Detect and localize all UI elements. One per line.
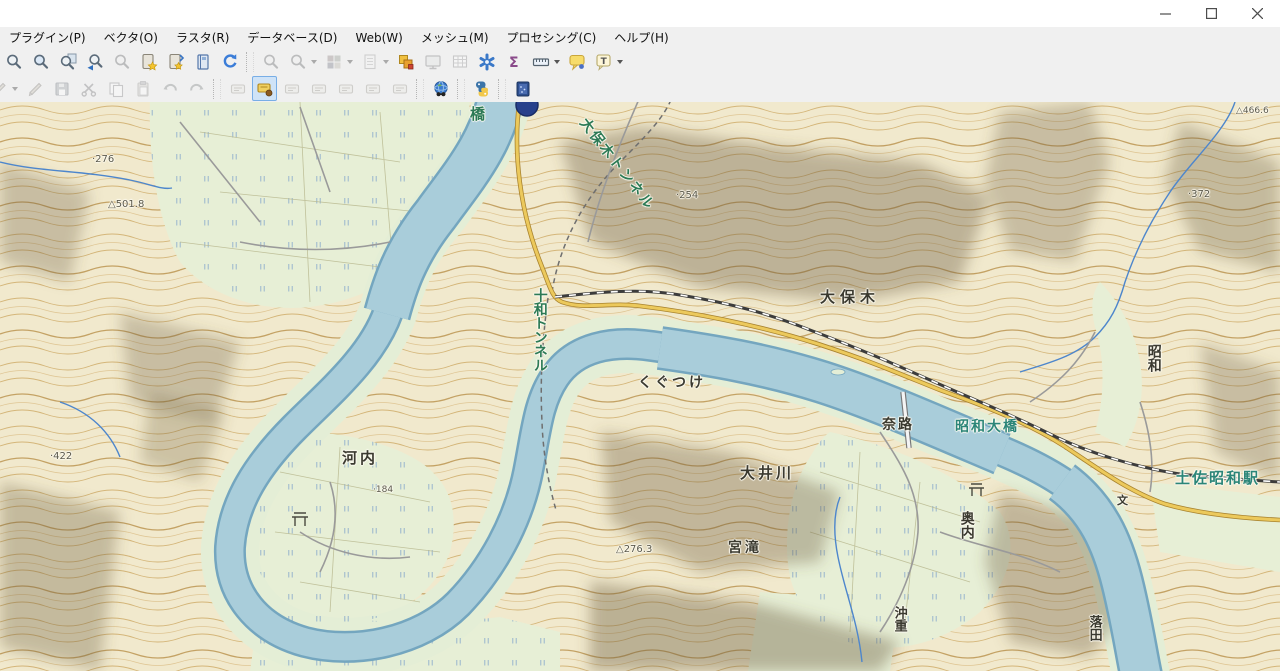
toolbar-attributes: ΣT — [0, 48, 1280, 76]
map-label-16: 奥内 — [958, 511, 975, 539]
menu-item-6[interactable]: プロセシング(C) — [498, 27, 606, 48]
zoom-full-icon[interactable] — [1, 49, 26, 74]
toolbar-separator — [416, 78, 424, 99]
rotate-label-icon[interactable] — [333, 76, 358, 101]
python-console-icon[interactable] — [469, 76, 494, 101]
attribute-grid-icon[interactable] — [447, 49, 472, 74]
menu-item-5[interactable]: メッシュ(M) — [412, 27, 498, 48]
maximize-icon — [1205, 8, 1217, 19]
map-label-7: 十和トンネル — [531, 288, 548, 372]
open-attribute-table-dropdown[interactable] — [383, 59, 389, 64]
move-label-icon[interactable] — [306, 76, 331, 101]
map-label-6: △466.6 — [1236, 106, 1269, 116]
close-icon — [1251, 8, 1263, 19]
map-label-9: 昭和 — [1145, 344, 1162, 372]
toolbar-separator — [213, 78, 221, 99]
map-label-3: ·276 — [92, 154, 115, 165]
map-label-14: 昭和大橋 — [955, 419, 1019, 435]
toolbar-separator — [498, 78, 506, 99]
new-map-view-icon[interactable] — [420, 49, 445, 74]
statistical-summary-icon[interactable]: Σ — [501, 49, 526, 74]
text-annotation-dropdown[interactable] — [617, 59, 623, 64]
map-label-19: 沖重 — [891, 606, 907, 632]
toolbar-separator — [457, 78, 465, 99]
map-label-20: 落田 — [1086, 615, 1102, 641]
toolbar-separator — [246, 51, 254, 72]
toolbar-digitizing-plugins — [0, 75, 1280, 103]
menu-bar: プラグイン(P) ベクタ(O) ラスタ(R) データベース(D) Web(W) メッシュ(… — [0, 27, 1280, 49]
current-edits-icon[interactable] — [0, 76, 11, 101]
zoom-to-selection-icon[interactable] — [28, 49, 53, 74]
show-spatial-bookmarks-icon[interactable] — [163, 49, 188, 74]
map-label-13: 奈路 — [882, 417, 914, 433]
map-label-8: 大保木 — [820, 288, 881, 306]
identify-features-icon[interactable] — [258, 49, 283, 74]
menu-item-7[interactable]: ヘルプ(H) — [605, 27, 677, 48]
save-layer-edits-icon[interactable] — [49, 76, 74, 101]
window-controls — [1142, 0, 1280, 27]
select-features-icon[interactable] — [285, 49, 310, 74]
zoom-next-icon[interactable] — [109, 49, 134, 74]
map-label-11: 河内 — [342, 449, 379, 467]
plugin-book-icon[interactable] — [510, 76, 535, 101]
open-attribute-table-icon[interactable] — [357, 49, 382, 74]
close-button[interactable] — [1234, 0, 1280, 27]
new-spatial-bookmark-icon[interactable] — [136, 49, 161, 74]
map-label-18: △276.3 — [616, 544, 653, 555]
map-label-12: 大井川 — [740, 464, 795, 482]
change-label-icon[interactable] — [360, 76, 385, 101]
processing-toolbox-icon[interactable] — [474, 49, 499, 74]
pin-unpin-labels-icon[interactable] — [252, 76, 277, 101]
select-features-dropdown[interactable] — [311, 59, 317, 64]
map-label-23: 文 — [1117, 494, 1128, 507]
menu-item-0[interactable]: プラグイン(P) — [0, 27, 95, 48]
cut-features-icon[interactable] — [76, 76, 101, 101]
map-label-22: ·422 — [50, 451, 73, 462]
minimize-button[interactable] — [1142, 0, 1188, 27]
show-hide-labels-icon[interactable] — [279, 76, 304, 101]
map-label-4: △501.8 — [108, 199, 145, 210]
map-label-0: 橋 — [470, 105, 486, 123]
map-canvas[interactable]: 橋大保木トンネル ·254·276 △501.8·372 △466.6 十和トンネル 大保… — [0, 102, 1280, 671]
measure-dropdown[interactable] — [554, 59, 560, 64]
deselect-features-dropdown[interactable] — [347, 59, 353, 64]
undo-icon[interactable] — [157, 76, 182, 101]
zoom-to-layer-icon[interactable] — [55, 49, 80, 74]
highlight-pinned-labels-icon[interactable] — [225, 76, 250, 101]
curved-label-icon[interactable] — [387, 76, 412, 101]
redo-icon[interactable] — [184, 76, 209, 101]
layer-styling-icon[interactable] — [393, 49, 418, 74]
map-label-2: ·254 — [676, 190, 699, 201]
map-label-21: ·184 — [373, 485, 394, 495]
text-annotation-icon[interactable]: T — [591, 49, 616, 74]
zoom-last-icon[interactable] — [82, 49, 107, 74]
refresh-icon[interactable] — [217, 49, 242, 74]
map-tips-icon[interactable] — [564, 49, 589, 74]
map-label-5: ·372 — [1188, 189, 1211, 200]
toggle-editing-icon[interactable] — [22, 76, 47, 101]
bookmark-manager-icon[interactable] — [190, 49, 215, 74]
copy-features-icon[interactable] — [103, 76, 128, 101]
map-label-17: 宮滝 — [728, 540, 762, 556]
window-titlebar — [0, 0, 1280, 27]
current-edits-dropdown[interactable] — [12, 86, 18, 91]
menu-item-3[interactable]: データベース(D) — [238, 27, 346, 48]
qgis-window: プラグイン(P) ベクタ(O) ラスタ(R) データベース(D) Web(W) メッシュ(… — [0, 0, 1280, 671]
maximize-button[interactable] — [1188, 0, 1234, 27]
svg-text:T: T — [600, 57, 607, 67]
menu-item-4[interactable]: Web(W) — [346, 29, 411, 47]
deselect-features-icon[interactable] — [321, 49, 346, 74]
map-label-15: 土佐昭和駅 — [1175, 469, 1261, 487]
menu-item-1[interactable]: ベクタ(O) — [95, 27, 167, 48]
menu-item-2[interactable]: ラスタ(R) — [167, 27, 238, 48]
quickmapservices-icon[interactable] — [428, 76, 453, 101]
svg-text:Σ: Σ — [509, 55, 519, 71]
map-label-10: くぐつけ — [638, 375, 706, 391]
paste-features-icon[interactable] — [130, 76, 155, 101]
measure-icon[interactable] — [528, 49, 553, 74]
minimize-icon — [1159, 13, 1171, 15]
